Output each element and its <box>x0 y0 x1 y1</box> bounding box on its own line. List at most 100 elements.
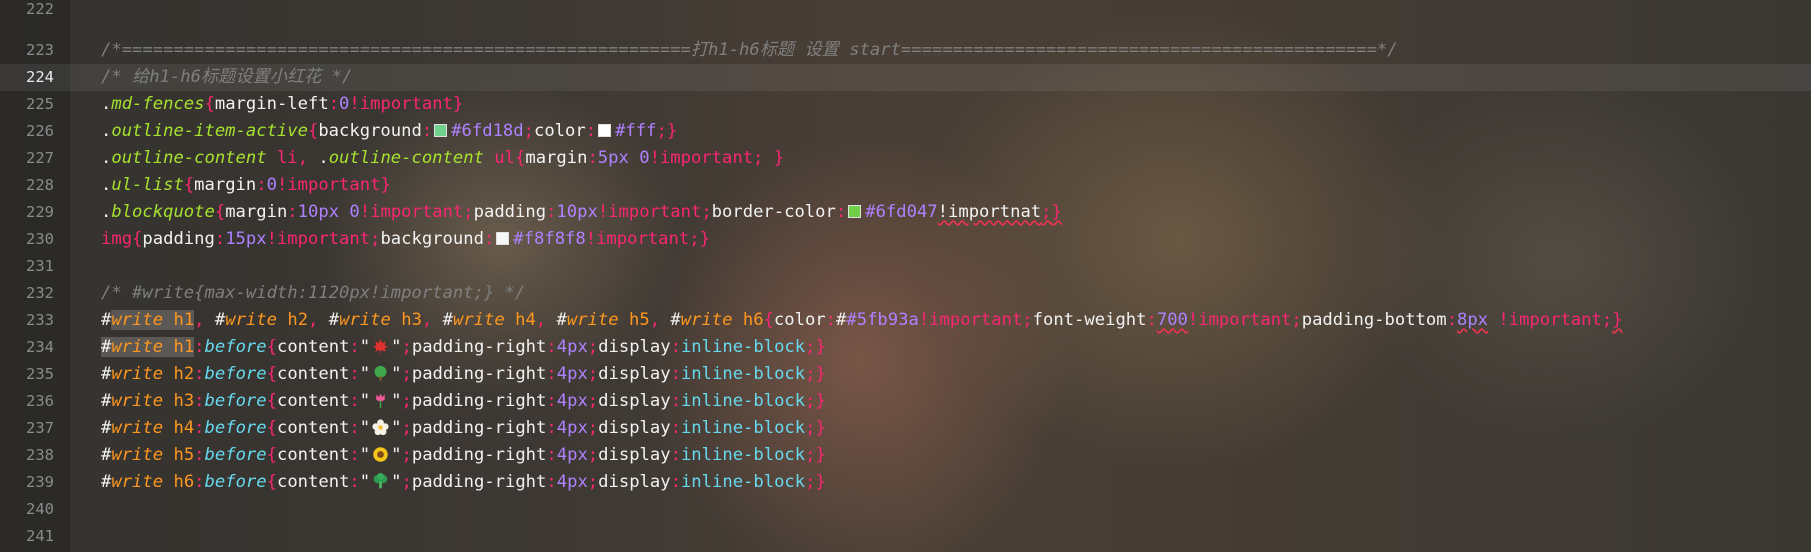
css-property: content <box>276 418 350 438</box>
css-number: 4px <box>556 472 588 492</box>
broccoli-icon <box>373 473 388 489</box>
css-property: color <box>533 121 586 141</box>
code-line[interactable]: 235 #write h2:before{content:" ";padding-… <box>0 361 1811 388</box>
id-selector: write <box>339 310 391 330</box>
code-line[interactable]: 227 .outline-content li, .outline-conten… <box>0 145 1811 172</box>
id-selector: write <box>111 364 164 384</box>
id-selector: write <box>111 472 164 492</box>
important-keyword: !important <box>359 202 464 222</box>
id-selector: write <box>225 310 277 330</box>
css-value: inline-block <box>680 472 806 492</box>
important-keyword: !important <box>1187 310 1292 330</box>
code-line[interactable]: 225 .md-fences{margin-left:0!important} <box>0 91 1811 118</box>
heading-tag: h1 <box>173 337 195 357</box>
code-line[interactable]: 231 <box>0 253 1811 280</box>
important-keyword: !important <box>585 229 690 249</box>
code-line[interactable]: 229 .blockquote{margin:10px 0!important;… <box>0 199 1811 226</box>
css-hex-value: #6fd18d <box>451 121 524 141</box>
code-line[interactable]: 223 /*==================================… <box>0 37 1811 64</box>
line-number: 222 <box>26 0 54 18</box>
blossom-icon <box>372 419 389 436</box>
id-selector: write <box>111 418 164 438</box>
pseudo-element: before <box>204 337 267 357</box>
line-number: 228 <box>26 176 54 194</box>
css-property: margin <box>525 148 588 168</box>
css-hex-value: #f8f8f8 <box>513 229 586 249</box>
code-line[interactable]: 228 .ul-list{margin:0!important} <box>0 172 1811 199</box>
css-number: 4px <box>556 418 588 438</box>
line-number: 235 <box>26 365 54 383</box>
css-value: inline-block <box>680 418 806 438</box>
code-line[interactable]: 234 #write h1:before{content:" ";padding-… <box>0 334 1811 361</box>
code-line[interactable]: 236 #write h3:before{content:" ";padding-… <box>0 388 1811 415</box>
color-swatch[interactable] <box>598 124 612 137</box>
code-line[interactable]: 226 .outline-item-active{background: #6fd… <box>0 118 1811 145</box>
heading-tag: h5 <box>628 310 650 330</box>
color-swatch[interactable] <box>848 205 862 218</box>
css-property: padding-right <box>411 391 547 411</box>
heading-tag: h5 <box>173 445 195 465</box>
code-line[interactable]: 240 <box>0 496 1811 523</box>
css-selector: outline-item-active <box>111 121 308 141</box>
line-number: 224 <box>26 68 54 86</box>
css-number: 5px <box>597 148 629 168</box>
css-property: display <box>598 472 671 492</box>
css-tag: li <box>276 148 298 168</box>
code-line-current[interactable]: 224 /* 给h1-h6标题设置小红花 */ <box>0 64 1811 91</box>
heading-tag: h3 <box>173 391 195 411</box>
css-selector: blockquote <box>111 202 215 222</box>
color-swatch[interactable] <box>496 232 510 245</box>
css-property: content <box>276 472 350 492</box>
heading-tag: h6 <box>742 310 764 330</box>
css-number: 4px <box>556 391 588 411</box>
css-property: background <box>318 121 422 141</box>
css-number: 15px <box>225 229 267 249</box>
code-line[interactable]: 239 #write h6:before{content:" ";padding-… <box>0 469 1811 496</box>
css-property: color <box>773 310 826 330</box>
css-value: inline-block <box>680 391 806 411</box>
css-property: content <box>276 337 350 357</box>
color-swatch[interactable] <box>434 124 448 137</box>
css-number: 4px <box>556 445 588 465</box>
important-keyword: !important <box>349 94 453 114</box>
line-number: 234 <box>26 338 54 356</box>
line-number: 227 <box>26 149 54 167</box>
css-property: display <box>598 364 671 384</box>
important-keyword: !important <box>597 202 702 222</box>
css-property: display <box>598 391 671 411</box>
css-property: padding-bottom <box>1301 310 1447 330</box>
line-number: 240 <box>26 500 54 518</box>
id-selector: write <box>111 310 164 330</box>
code-line[interactable]: 232 /* #write{max-width:1120px!important… <box>0 280 1811 307</box>
css-tag: ul <box>494 148 515 168</box>
css-property: margin-left <box>214 94 329 114</box>
id-selector: write <box>452 310 505 330</box>
maple-leaf-icon <box>372 338 389 355</box>
css-number: 0 <box>639 148 650 168</box>
css-selector: md-fences <box>111 94 205 114</box>
heading-tag: h4 <box>515 310 536 330</box>
sunflower-icon <box>373 447 388 462</box>
code-line[interactable]: 222 <box>0 0 1811 23</box>
line-number: 231 <box>26 257 54 275</box>
code-line[interactable]: 237 #write h4:before{content:" ";padding-… <box>0 415 1811 442</box>
code-editor[interactable]: 222 223 /*==============================… <box>0 0 1811 552</box>
pseudo-element: before <box>204 418 267 438</box>
code-line[interactable]: 241 <box>0 523 1811 550</box>
comment: /* 给h1-h6标题设置小红花 */ <box>101 67 353 87</box>
css-tag: img <box>101 229 133 249</box>
line-number: 225 <box>26 95 54 113</box>
css-property: content <box>276 391 350 411</box>
line-number: 239 <box>26 473 54 491</box>
important-keyword: !important <box>276 175 381 195</box>
code-line[interactable]: 238 #write h5:before{content:" ";padding-… <box>0 442 1811 469</box>
css-number: 10px <box>297 202 340 222</box>
important-keyword: !important <box>649 148 754 168</box>
css-property: margin <box>225 202 288 222</box>
css-property: display <box>598 418 671 438</box>
code-line[interactable]: 230 img{padding:15px!important;backgroun… <box>0 226 1811 253</box>
css-property: content <box>276 364 350 384</box>
heading-tag: h2 <box>287 310 309 330</box>
code-line[interactable]: 233 #write h1, #write h2, #write h3, #wr… <box>0 307 1811 334</box>
pseudo-element: before <box>204 391 267 411</box>
